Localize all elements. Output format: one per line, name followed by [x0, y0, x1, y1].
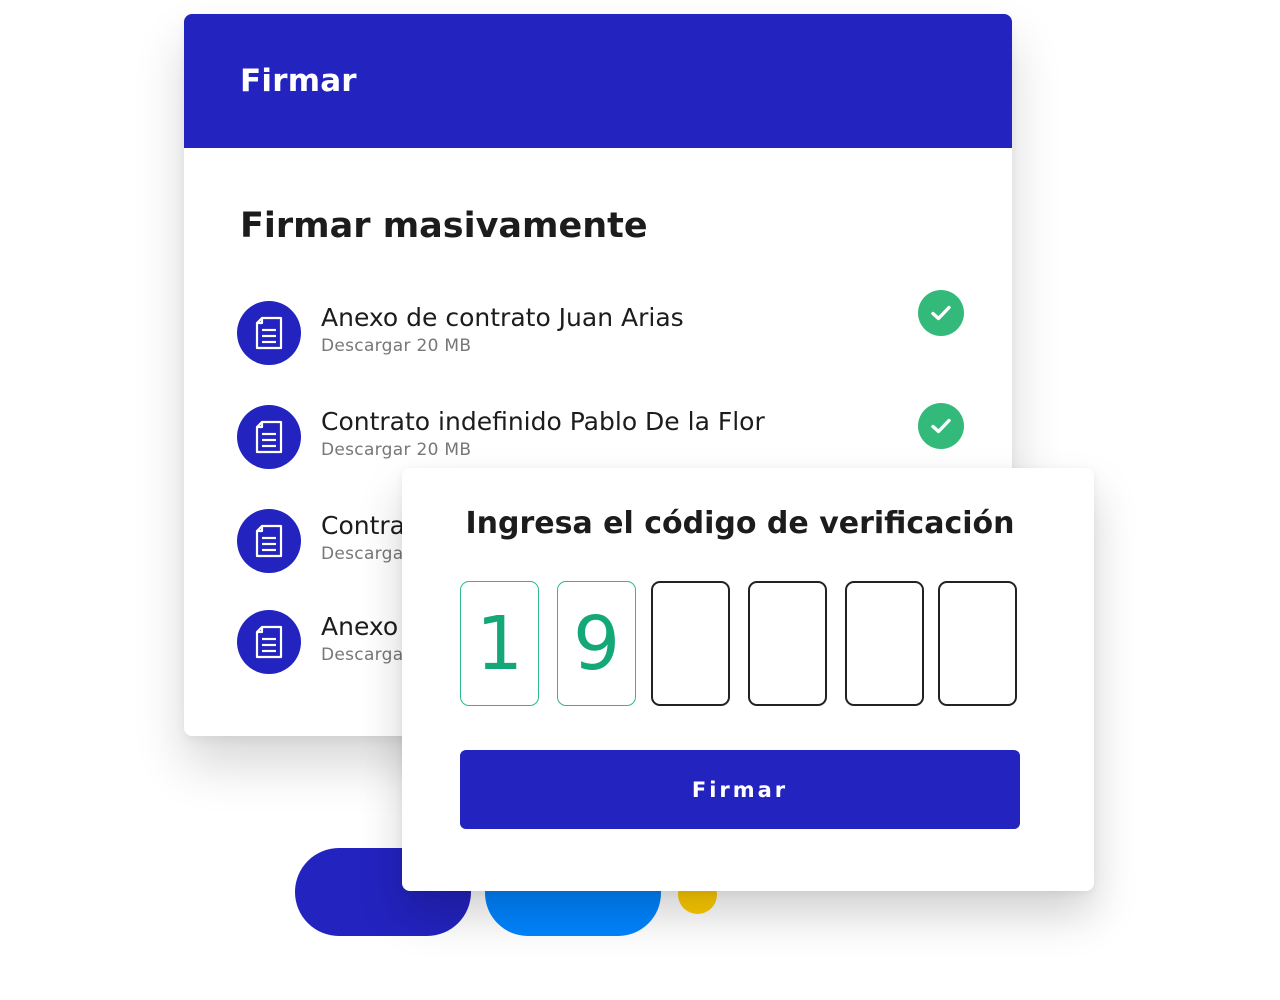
document-download-link[interactable]: Descargar 20 MB [321, 336, 471, 356]
document-download-link[interactable]: Descarga [321, 544, 403, 564]
document-icon [237, 509, 301, 573]
document-title: Anexo [321, 612, 399, 641]
verification-card: Ingresa el código de verificación 1 9 Fi… [402, 468, 1094, 891]
card-header-title: Firmar [240, 63, 357, 99]
document-download-link[interactable]: Descarga [321, 645, 403, 665]
sign-button[interactable]: Firmar [460, 750, 1020, 829]
document-icon [237, 301, 301, 365]
document-icon-glyph [255, 625, 283, 659]
code-digit-input[interactable] [651, 581, 730, 706]
document-item[interactable]: Anexo de contrato Juan Arias Descargar 2… [237, 290, 967, 365]
code-digit-input[interactable] [938, 581, 1017, 706]
check-icon [918, 290, 964, 336]
document-title: Contra [321, 511, 405, 540]
document-download-link[interactable]: Descargar 20 MB [321, 440, 471, 460]
document-title: Anexo de contrato Juan Arias [321, 303, 684, 332]
code-digit-input[interactable]: 1 [460, 581, 539, 706]
check-icon [918, 403, 964, 449]
code-digit-input[interactable] [748, 581, 827, 706]
document-icon [237, 405, 301, 469]
stage: Firmar Firmar masivamente Anexo de contr… [0, 0, 1280, 1000]
code-digit-input[interactable]: 9 [557, 581, 636, 706]
section-title: Firmar masivamente [240, 206, 648, 246]
document-icon-glyph [255, 420, 283, 454]
document-icon-glyph [255, 524, 283, 558]
document-title: Contrato indefinido Pablo De la Flor [321, 407, 765, 436]
code-digit-input[interactable] [845, 581, 924, 706]
document-item[interactable]: Contrato indefinido Pablo De la Flor Des… [237, 403, 967, 469]
document-icon-glyph [255, 316, 283, 350]
document-icon [237, 610, 301, 674]
verification-title: Ingresa el código de verificación [465, 506, 1015, 541]
card-header: Firmar [184, 14, 1012, 148]
